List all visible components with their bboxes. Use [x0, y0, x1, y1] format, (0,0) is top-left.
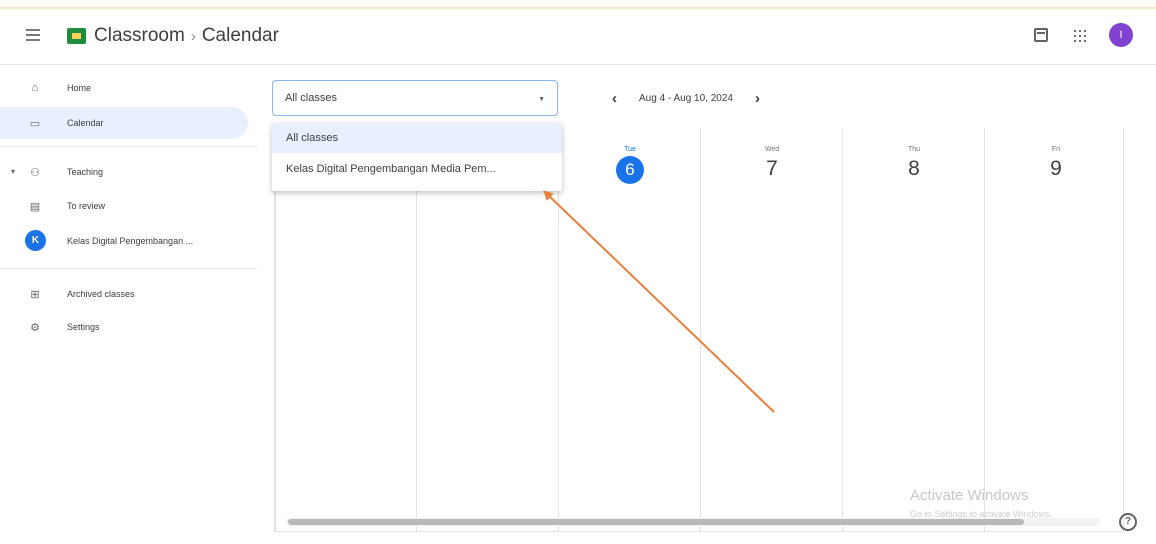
activate-windows-subtext: Go to Settings to activate Windows. — [910, 509, 1053, 519]
day-header: Tue 6 — [559, 146, 701, 184]
divider — [0, 268, 258, 269]
horizontal-scrollbar[interactable] — [286, 518, 1100, 526]
activate-windows-watermark: Activate Windows — [910, 487, 1029, 504]
sidebar-item-label: Archived classes — [67, 289, 135, 299]
day-number: 7 — [766, 157, 778, 180]
week-range: Aug 4 - Aug 10, 2024 — [639, 93, 733, 104]
sidebar-item-class[interactable]: K Kelas Digital Pengembangan ... — [0, 225, 248, 257]
day-column[interactable]: Wed 7 — [700, 128, 779, 532]
sidebar: ⌂ Home ▭ Calendar ▾ ⚇ Teaching ▤ To revi… — [0, 66, 258, 544]
next-week-icon[interactable]: › — [755, 90, 760, 107]
today-date[interactable]: 6 — [616, 156, 644, 184]
class-filter-select[interactable]: All classes ▼ — [272, 80, 558, 116]
app-header: Classroom › Calendar I — [0, 11, 1156, 65]
sidebar-item-home[interactable]: ⌂ Home — [0, 72, 248, 104]
day-name: Wed — [764, 146, 780, 153]
day-name: Fri — [1051, 146, 1061, 153]
day-column[interactable]: Fri 9 — [984, 128, 1062, 532]
breadcrumb: Classroom › Calendar — [94, 25, 279, 47]
main-menu-icon[interactable] — [26, 29, 40, 41]
sidebar-item-label: Settings — [67, 322, 100, 332]
help-icon[interactable]: ? — [1119, 513, 1137, 531]
class-filter-menu: All classes Kelas Digital Pengembangan M… — [272, 123, 562, 191]
calendar-icon[interactable] — [1034, 28, 1048, 42]
day-header: Wed 7 — [701, 146, 843, 181]
calendar-icon: ▭ — [29, 117, 41, 130]
day-header: Thu 8 — [843, 146, 985, 181]
folder-icon: ▤ — [29, 200, 41, 213]
sidebar-item-label: Teaching — [67, 167, 104, 177]
menu-item-class[interactable]: Kelas Digital Pengembangan Media Pem... — [272, 154, 562, 184]
sidebar-item-label: Kelas Digital Pengembangan ... — [67, 236, 194, 246]
sidebar-item-label: To review — [67, 201, 106, 211]
day-header: Fri 9 — [985, 146, 1127, 181]
home-icon: ⌂ — [31, 82, 39, 94]
day-number: 8 — [908, 157, 920, 180]
sidebar-item-to-review[interactable]: ▤ To review — [0, 190, 248, 222]
previous-week-icon[interactable]: ‹ — [612, 90, 617, 107]
day-name: Thu — [907, 146, 921, 153]
dropdown-arrow-icon: ▼ — [538, 96, 545, 103]
breadcrumb-page: Calendar — [201, 25, 279, 46]
day-name: Tue — [624, 146, 636, 153]
class-filter-value: All classes — [285, 92, 337, 104]
day-column[interactable]: Thu 8 — [842, 128, 920, 532]
sidebar-item-settings[interactable]: ⚙ Settings — [0, 311, 248, 343]
divider — [0, 146, 258, 147]
sidebar-item-teaching[interactable]: ⚇ Teaching — [0, 156, 248, 188]
class-badge: K — [25, 230, 46, 251]
sidebar-item-label: Home — [67, 83, 92, 93]
classroom-logo-icon[interactable] — [67, 28, 86, 44]
day-number: 9 — [1050, 157, 1062, 180]
scrollbar-thumb[interactable] — [288, 519, 1024, 525]
sidebar-item-label: Calendar — [67, 118, 104, 128]
gear-icon: ⚙ — [30, 321, 40, 334]
avatar[interactable]: I — [1109, 23, 1133, 47]
breadcrumb-app[interactable]: Classroom — [94, 25, 185, 46]
archive-icon: ⊞ — [30, 288, 40, 301]
calendar-main: All classes ▼ All classes Kelas Digital … — [272, 66, 1156, 544]
menu-item-all-classes[interactable]: All classes — [272, 123, 562, 153]
top-edge — [0, 0, 1156, 9]
sidebar-item-calendar[interactable]: ▭ Calendar — [0, 107, 248, 139]
breadcrumb-separator: › — [190, 28, 196, 45]
week-navigation: ‹ Aug 4 - Aug 10, 2024 › — [612, 90, 760, 107]
apps-grid-icon[interactable] — [1074, 30, 1086, 42]
sidebar-item-archived-classes[interactable]: ⊞ Archived classes — [0, 278, 248, 310]
people-icon: ⚇ — [30, 166, 40, 179]
